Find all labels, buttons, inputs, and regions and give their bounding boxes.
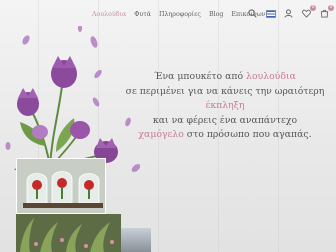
cart-count-badge: 0 xyxy=(328,5,334,11)
nav-item-flowers[interactable]: Λουλούδια xyxy=(92,11,126,18)
tagline-accent-surprise: έκπληξη xyxy=(205,100,245,112)
nav-item-plants[interactable]: Φυτά xyxy=(134,11,151,18)
cart-icon xyxy=(320,9,329,18)
tagline-line-4: και να φέρεις ένα αναπάντεχο xyxy=(152,114,298,126)
rose-domes-photo xyxy=(17,159,105,213)
plants-photo xyxy=(16,214,121,252)
language-flag-icon[interactable] xyxy=(265,8,276,19)
tagline-accent-flowers: λουλούδια xyxy=(246,71,296,82)
tagline-line-1: Ένα μπουκέτο από λουλούδια xyxy=(154,71,296,82)
product-image-plants[interactable] xyxy=(16,214,121,252)
product-image-rose-domes[interactable] xyxy=(16,158,106,214)
site-header: Λουλούδια Φυτά Πληροφορίες Blog Επικοινω… xyxy=(0,0,336,30)
tulip-flowers-image xyxy=(5,26,140,172)
tagline-line-5: χαμόγελο στο πρόσωπο που αγαπάς. xyxy=(138,129,312,141)
hero-tagline: Ένα μπουκέτο από λουλούδια σε περιμένει … xyxy=(120,70,330,143)
nav-item-info[interactable]: Πληροφορίες xyxy=(159,11,201,18)
wishlist-button[interactable]: 0 xyxy=(301,5,316,19)
tagline-line-2: σε περιμένει για να κάνεις την ωραιότερη xyxy=(125,85,325,97)
cart-button[interactable]: 0 xyxy=(319,5,334,19)
heart-icon xyxy=(302,9,311,18)
nav-item-blog[interactable]: Blog xyxy=(209,11,223,18)
product-image-extra[interactable] xyxy=(121,228,151,252)
tagline-accent-smile: χαμόγελο xyxy=(138,129,184,141)
search-icon[interactable] xyxy=(247,8,258,19)
wishlist-count-badge: 0 xyxy=(310,5,316,11)
header-actions: 0 0 xyxy=(247,5,334,19)
user-icon[interactable] xyxy=(283,8,294,19)
